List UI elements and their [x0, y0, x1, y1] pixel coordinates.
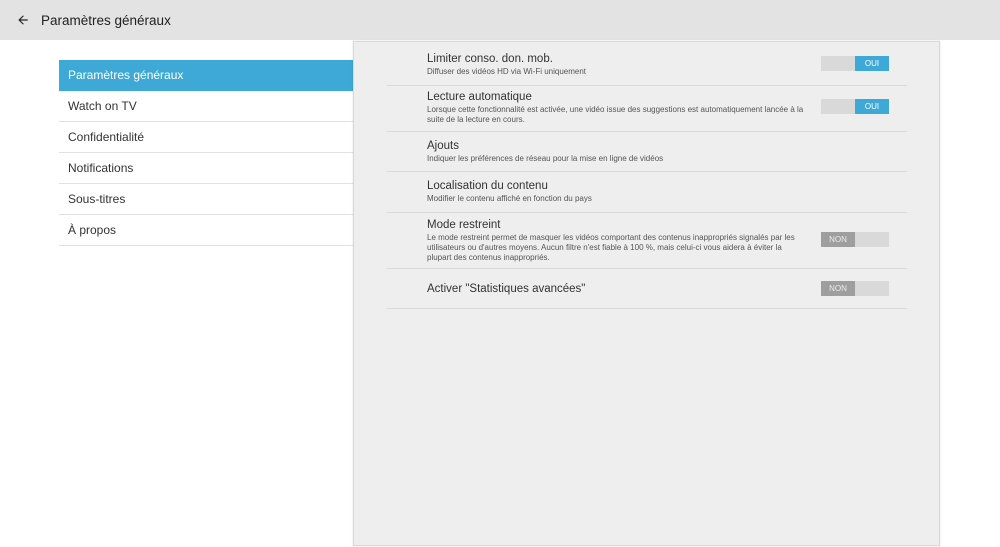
- toggle-knob: NON: [821, 281, 855, 296]
- setting-description: Indiquer les préférences de réseau pour …: [427, 154, 664, 163]
- setting-description: Le mode restreint permet de masquer les …: [427, 233, 795, 262]
- sidebar-item-notifications[interactable]: Notifications: [59, 153, 353, 184]
- limit-mobile-data-toggle[interactable]: OUI: [821, 56, 889, 71]
- sidebar-item-general[interactable]: Paramètres généraux: [59, 60, 353, 91]
- back-button[interactable]: [12, 9, 34, 31]
- settings-panel: Limiter conso. don. mob. Diffuser des vi…: [353, 41, 940, 546]
- sidebar-item-watch-on-tv[interactable]: Watch on TV: [59, 91, 353, 122]
- setting-row-uploads[interactable]: Ajouts Indiquer les préférences de résea…: [387, 132, 907, 172]
- sidebar-item-privacy[interactable]: Confidentialité: [59, 122, 353, 153]
- autoplay-toggle[interactable]: OUI: [821, 99, 889, 114]
- app-bar: Paramètres généraux: [0, 0, 1000, 40]
- arrow-left-icon: [18, 15, 28, 25]
- advanced-stats-toggle[interactable]: NON: [821, 281, 889, 296]
- setting-row-content-location[interactable]: Localisation du contenu Modifier le cont…: [387, 172, 907, 213]
- page-title: Paramètres généraux: [41, 12, 171, 28]
- setting-row-autoplay[interactable]: Lecture automatique Lorsque cette foncti…: [387, 86, 907, 132]
- sidebar: Paramètres généraux Watch on TV Confiden…: [59, 60, 353, 246]
- sidebar-item-subtitles[interactable]: Sous-titres: [59, 184, 353, 215]
- setting-row-advanced-stats[interactable]: Activer "Statistiques avancées" NON: [387, 269, 907, 309]
- setting-row-restricted-mode[interactable]: Mode restreint Le mode restreint permet …: [387, 213, 907, 269]
- setting-title: Localisation du contenu: [427, 180, 548, 192]
- setting-description: Modifier le contenu affiché en fonction …: [427, 194, 592, 203]
- sidebar-item-about[interactable]: À propos: [59, 215, 353, 246]
- setting-description: Lorsque cette fonctionnalité est activée…: [427, 105, 804, 124]
- setting-description: Diffuser des vidéos HD via Wi-Fi uniquem…: [427, 67, 587, 76]
- setting-title: Ajouts: [427, 140, 459, 152]
- restricted-mode-toggle[interactable]: NON: [821, 232, 889, 247]
- toggle-knob: OUI: [855, 99, 889, 114]
- setting-title: Mode restreint: [427, 219, 501, 231]
- toggle-knob: NON: [821, 232, 855, 247]
- settings-list: Limiter conso. don. mob. Diffuser des vi…: [387, 42, 907, 309]
- toggle-knob: OUI: [855, 56, 889, 71]
- setting-row-limit-mobile-data[interactable]: Limiter conso. don. mob. Diffuser des vi…: [387, 42, 907, 86]
